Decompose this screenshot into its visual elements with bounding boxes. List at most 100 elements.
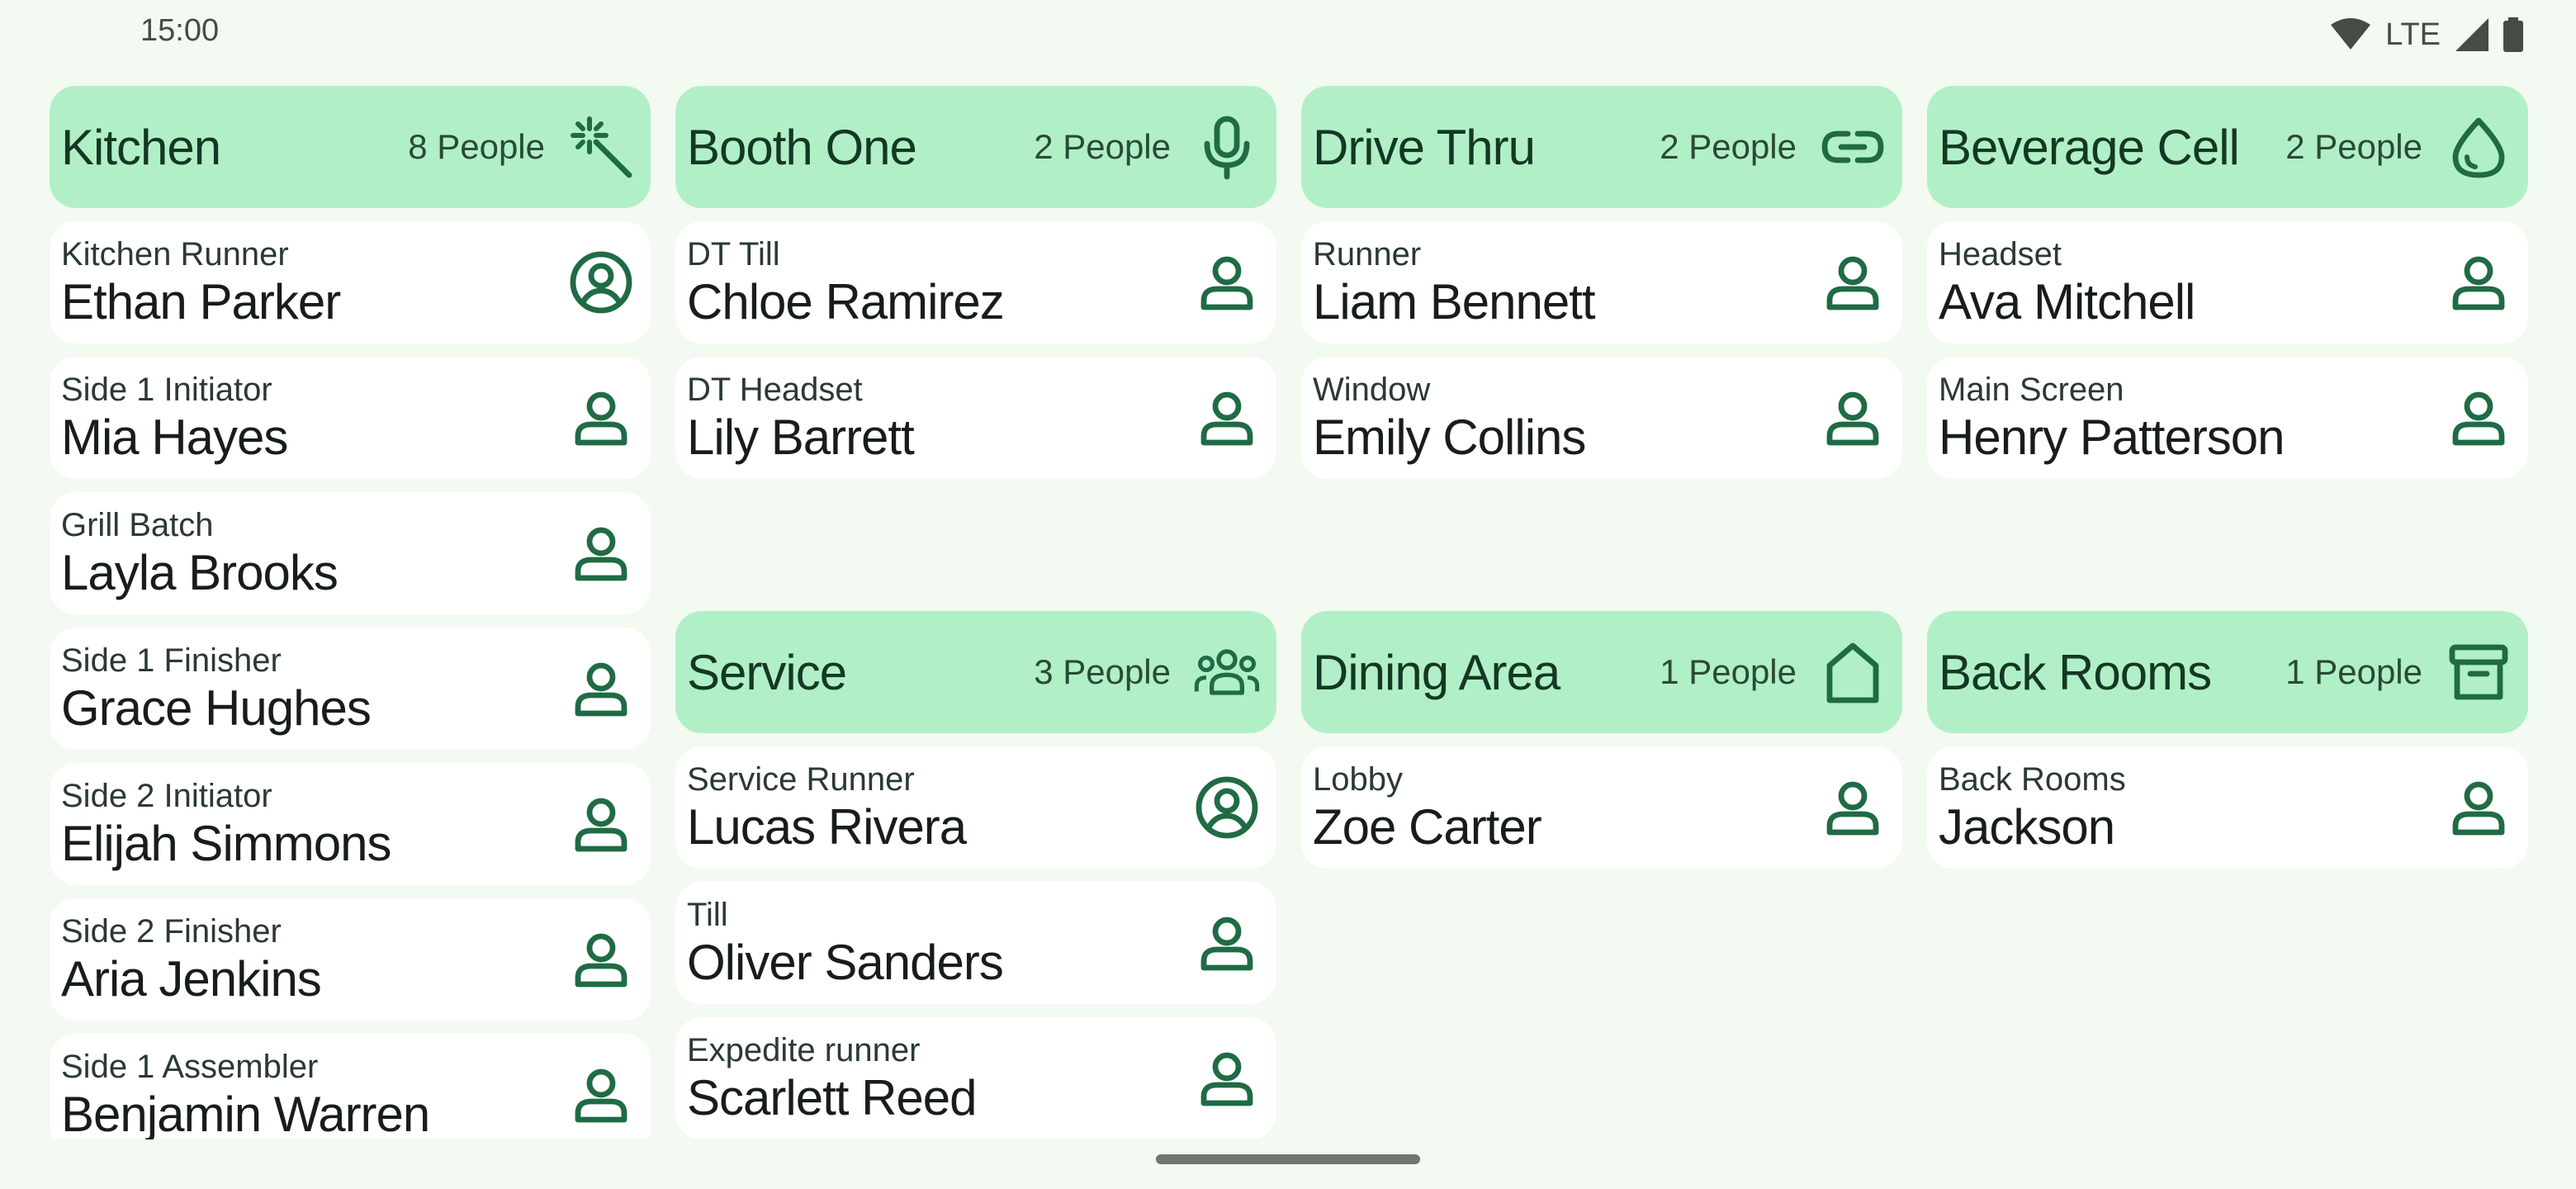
person-role: Main Screen <box>1939 372 2124 408</box>
status-icons: LTE <box>2331 15 2523 54</box>
home-icon <box>1820 639 1886 705</box>
person-role: Side 2 Initiator <box>61 778 272 814</box>
person-card[interactable]: Kitchen Runner Ethan Parker <box>50 221 651 343</box>
person-icon <box>1194 1045 1260 1111</box>
person-card[interactable]: Service Runner Lucas Rivera <box>675 746 1276 869</box>
person-card[interactable]: Headset Ava Mitchell <box>1927 221 2528 343</box>
person-icon <box>568 1062 634 1128</box>
person-text: Kitchen Runner Ethan Parker <box>61 234 568 331</box>
person-icon <box>568 791 634 857</box>
person-card[interactable]: Main Screen Henry Patterson <box>1927 357 2528 479</box>
person-icon <box>568 926 634 992</box>
person-name: Layla Brooks <box>61 545 339 600</box>
person-card[interactable]: Back Rooms Jackson <box>1927 746 2528 869</box>
group-title: Drive Thru <box>1313 119 1536 175</box>
group-title: Dining Area <box>1313 644 1560 700</box>
group-header-kitchen[interactable]: Kitchen 8 People <box>50 86 651 208</box>
account-circle-icon <box>568 249 634 315</box>
person-name: Emily Collins <box>1313 410 1586 465</box>
person-name: Ava Mitchell <box>1939 274 2195 329</box>
status-time: 15:00 <box>140 13 220 48</box>
group-header-booth-one[interactable]: Booth One 2 People <box>675 86 1276 208</box>
person-role: Expedite runner <box>687 1032 921 1068</box>
person-text: Runner Liam Bennett <box>1313 234 1820 331</box>
person-text: Main Screen Henry Patterson <box>1939 369 2446 467</box>
person-card[interactable]: Lobby Zoe Carter <box>1301 746 1902 869</box>
person-text: Side 2 Finisher Aria Jenkins <box>61 911 568 1008</box>
person-card[interactable]: Expedite runner Scarlett Reed <box>675 1017 1276 1139</box>
person-card[interactable]: Grill Batch Layla Brooks <box>50 492 651 614</box>
person-icon <box>568 385 634 451</box>
person-text: Side 1 Finisher Grace Hughes <box>61 640 568 737</box>
person-text: Side 2 Initiator Elijah Simmons <box>61 775 568 873</box>
group-title: Service <box>687 644 847 700</box>
person-card[interactable]: DT Headset Lily Barrett <box>675 357 1276 479</box>
person-role: Side 1 Initiator <box>61 372 272 408</box>
person-card[interactable]: Side 2 Initiator Elijah Simmons <box>50 763 651 885</box>
column-4: Beverage Cell 2 People Headset Ava Mitchell… <box>1927 86 2528 882</box>
group-header-service[interactable]: Service 3 People <box>675 611 1276 733</box>
person-icon <box>1820 775 1886 841</box>
group-header-dining-area[interactable]: Dining Area 1 People <box>1301 611 1902 733</box>
person-card[interactable]: Side 1 Assembler Benjamin Warren <box>50 1034 651 1156</box>
person-text: Headset Ava Mitchell <box>1939 234 2446 331</box>
person-text: Lobby Zoe Carter <box>1313 759 1820 856</box>
person-name: Zoe Carter <box>1313 799 1542 855</box>
group-kitchen: Kitchen 8 People Kitchen Runner Ethan Parke… <box>50 86 651 1156</box>
signal-icon <box>2455 18 2488 51</box>
person-text: DT Headset Lily Barrett <box>687 369 1194 467</box>
group-count: 1 People <box>1660 652 1797 691</box>
person-role: Grill Batch <box>61 507 214 543</box>
account-circle-icon <box>1194 775 1260 841</box>
person-text: Window Emily Collins <box>1313 369 1820 467</box>
home-indicator[interactable] <box>1156 1154 1420 1164</box>
group-beverage-cell: Beverage Cell 2 People Headset Ava Mitchell… <box>1927 86 2528 479</box>
group-count: 2 People <box>1034 127 1171 166</box>
person-icon <box>1194 385 1260 451</box>
person-name: Elijah Simmons <box>61 816 391 871</box>
magic-wand-icon <box>568 114 634 180</box>
group-header-back-rooms[interactable]: Back Rooms 1 People <box>1927 611 2528 733</box>
person-card[interactable]: Side 2 Finisher Aria Jenkins <box>50 898 651 1021</box>
person-name: Scarlett Reed <box>687 1070 978 1125</box>
person-role: Kitchen Runner <box>61 236 289 272</box>
person-card[interactable]: Side 1 Initiator Mia Hayes <box>50 357 651 479</box>
person-icon <box>2446 775 2512 841</box>
person-role: DT Headset <box>687 372 863 408</box>
person-text: Grill Batch Layla Brooks <box>61 504 568 602</box>
group-service: Service 3 People Service Runner Lucas River… <box>675 611 1276 1139</box>
person-card[interactable]: Runner Liam Bennett <box>1301 221 1902 343</box>
person-icon <box>1820 385 1886 451</box>
person-role: Side 2 Finisher <box>61 913 282 950</box>
archive-box-icon <box>2446 639 2512 705</box>
column-3: Drive Thru 2 People Runner Liam Bennett Wind… <box>1301 86 1902 882</box>
person-name: Ethan Parker <box>61 274 341 329</box>
group-count: 8 People <box>408 127 545 166</box>
group-header-drive-thru[interactable]: Drive Thru 2 People <box>1301 86 1902 208</box>
person-name: Grace Hughes <box>61 680 372 736</box>
group-title: Beverage Cell <box>1939 119 2240 175</box>
group-title: Booth One <box>687 119 917 175</box>
wifi-icon <box>2331 18 2371 51</box>
group-title: Kitchen <box>61 119 221 175</box>
person-card[interactable]: DT Till Chloe Ramirez <box>675 221 1276 343</box>
person-role: Window <box>1313 372 1431 408</box>
group-drive-thru: Drive Thru 2 People Runner Liam Bennett Wind… <box>1301 86 1902 479</box>
person-name: Liam Bennett <box>1313 274 1596 329</box>
person-name: Aria Jenkins <box>61 951 322 1007</box>
person-text: Till Oliver Sanders <box>687 894 1194 992</box>
person-icon <box>568 520 634 586</box>
person-name: Mia Hayes <box>61 410 288 465</box>
group-count: 1 People <box>2285 652 2422 691</box>
person-role: Runner <box>1313 236 1422 272</box>
person-card[interactable]: Window Emily Collins <box>1301 357 1902 479</box>
person-card[interactable]: Till Oliver Sanders <box>675 882 1276 1004</box>
person-text: DT Till Chloe Ramirez <box>687 234 1194 331</box>
person-role: Side 1 Finisher <box>61 642 282 679</box>
person-icon <box>2446 249 2512 315</box>
battery-icon <box>2503 17 2523 52</box>
person-card[interactable]: Side 1 Finisher Grace Hughes <box>50 628 651 750</box>
column-1: Kitchen 8 People Kitchen Runner Ethan Parke… <box>50 86 651 1169</box>
group-header-beverage-cell[interactable]: Beverage Cell 2 People <box>1927 86 2528 208</box>
person-icon <box>1820 249 1886 315</box>
